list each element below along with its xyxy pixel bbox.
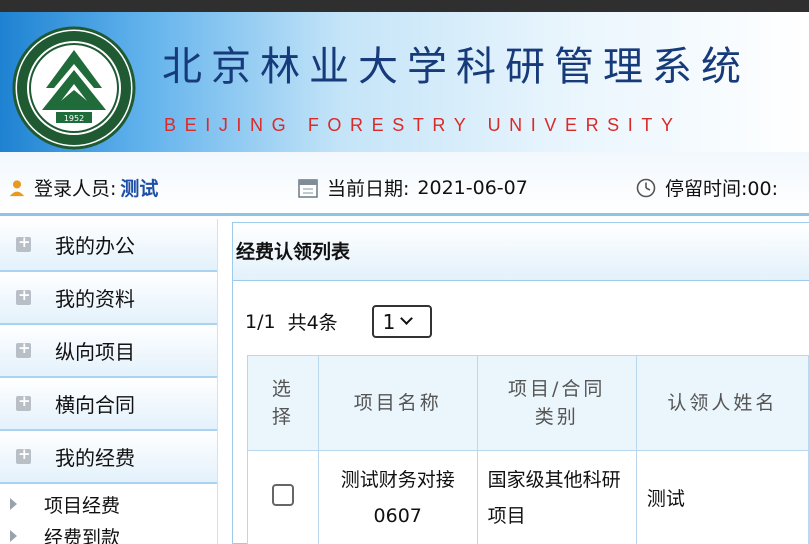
arrow-right-icon (10, 498, 17, 510)
project-name-link[interactable]: 测试财务对接0607 (317, 450, 478, 544)
system-title: 北京林业大学科研管理系统 (162, 44, 750, 90)
sidebar-item-label: 纵向项目 (55, 340, 135, 364)
expand-plus-icon (16, 339, 31, 358)
column-header-category: 项目/合同类别 (476, 355, 637, 451)
expand-plus-icon (16, 233, 31, 252)
table-header-row: 选择 项目名称 项目/合同类别 认领人姓名 (247, 355, 809, 451)
sidebar-subitem-label: 项目经费 (44, 494, 121, 517)
page-select-value: 1 (382, 309, 396, 334)
row-checkbox[interactable] (271, 484, 294, 506)
page-select[interactable]: 1 (371, 305, 432, 338)
sidebar-subitem-label: 经费到款 (44, 526, 121, 544)
date-value: 2021-06-07 (417, 176, 528, 199)
column-header-claimer-name: 认领人姓名 (635, 355, 809, 451)
calendar-icon (298, 178, 318, 198)
main-content: 经费认领列表 1/1 共4条 1 选择 项目名称 项目/合同类别 认领人姓名 测… (218, 219, 809, 544)
sidebar-item-label: 横向合同 (55, 393, 135, 417)
system-subtitle: BEIJING FORESTRY UNIVERSITY (164, 115, 682, 135)
sidebar-item-horizontal-contracts[interactable]: 横向合同 (0, 378, 217, 431)
total-count: 共4条 (287, 312, 338, 334)
funds-claim-panel: 经费认领列表 1/1 共4条 1 选择 项目名称 项目/合同类别 认领人姓名 测… (232, 222, 809, 544)
sidebar-item-label: 我的资料 (55, 287, 135, 311)
sidebar-item-label: 我的办公 (55, 234, 135, 258)
panel-title: 经费认领列表 (233, 223, 809, 281)
expand-plus-icon (16, 286, 31, 305)
stay-time-label: 停留时间:00: (665, 178, 778, 200)
chevron-down-icon (400, 312, 414, 325)
row-select-cell (247, 450, 319, 544)
column-header-select: 选择 (247, 355, 319, 451)
clock-icon (636, 178, 656, 197)
funds-table: 选择 项目名称 项目/合同类别 认领人姓名 测试财务对接0607 国家级其他科研… (247, 355, 809, 544)
sidebar-subitem-project-funds[interactable]: 项目经费 (0, 488, 217, 520)
page-info: 1/1 (245, 310, 276, 333)
sidebar-item-my-funds[interactable]: 我的经费 (0, 431, 217, 484)
user-icon (9, 179, 25, 196)
expand-plus-icon (16, 392, 31, 411)
table-row: 测试财务对接0607 国家级其他科研项目 测试 (247, 450, 809, 544)
login-info: 登录人员: 测试 (8, 174, 158, 201)
login-name: 测试 (120, 178, 159, 200)
sidebar: 我的办公 我的资料 纵向项目 横向合同 我的经费 项目经费 经费到款 (0, 219, 218, 544)
logo-year: 1952 (64, 114, 84, 123)
university-logo-icon: 1952 (12, 26, 136, 150)
claimer-name: 测试 (635, 450, 809, 544)
info-bar: 登录人员: 测试 当前日期: 2021-06-07 停留时间:00: (0, 152, 809, 216)
column-header-project-name: 项目名称 (317, 355, 478, 451)
date-info: 当前日期: 2021-06-07 (298, 174, 528, 201)
sidebar-item-my-profile[interactable]: 我的资料 (0, 272, 217, 325)
expand-plus-icon (16, 445, 31, 464)
pager: 1/1 共4条 1 (245, 305, 432, 338)
window-top-strip (0, 0, 809, 12)
date-label: 当前日期: (327, 178, 410, 200)
sidebar-item-vertical-projects[interactable]: 纵向项目 (0, 325, 217, 378)
project-category: 国家级其他科研项目 (476, 450, 637, 544)
arrow-right-icon (10, 530, 17, 542)
header-banner: 1952 北京林业大学科研管理系统 BEIJING FORESTRY UNIVE… (0, 12, 809, 152)
login-label: 登录人员: (34, 178, 117, 200)
stay-time-info: 停留时间:00: (636, 174, 778, 201)
sidebar-item-label: 我的经费 (55, 446, 135, 470)
sidebar-item-my-office[interactable]: 我的办公 (0, 219, 217, 272)
sidebar-subitem-funds-received[interactable]: 经费到款 (0, 520, 217, 544)
